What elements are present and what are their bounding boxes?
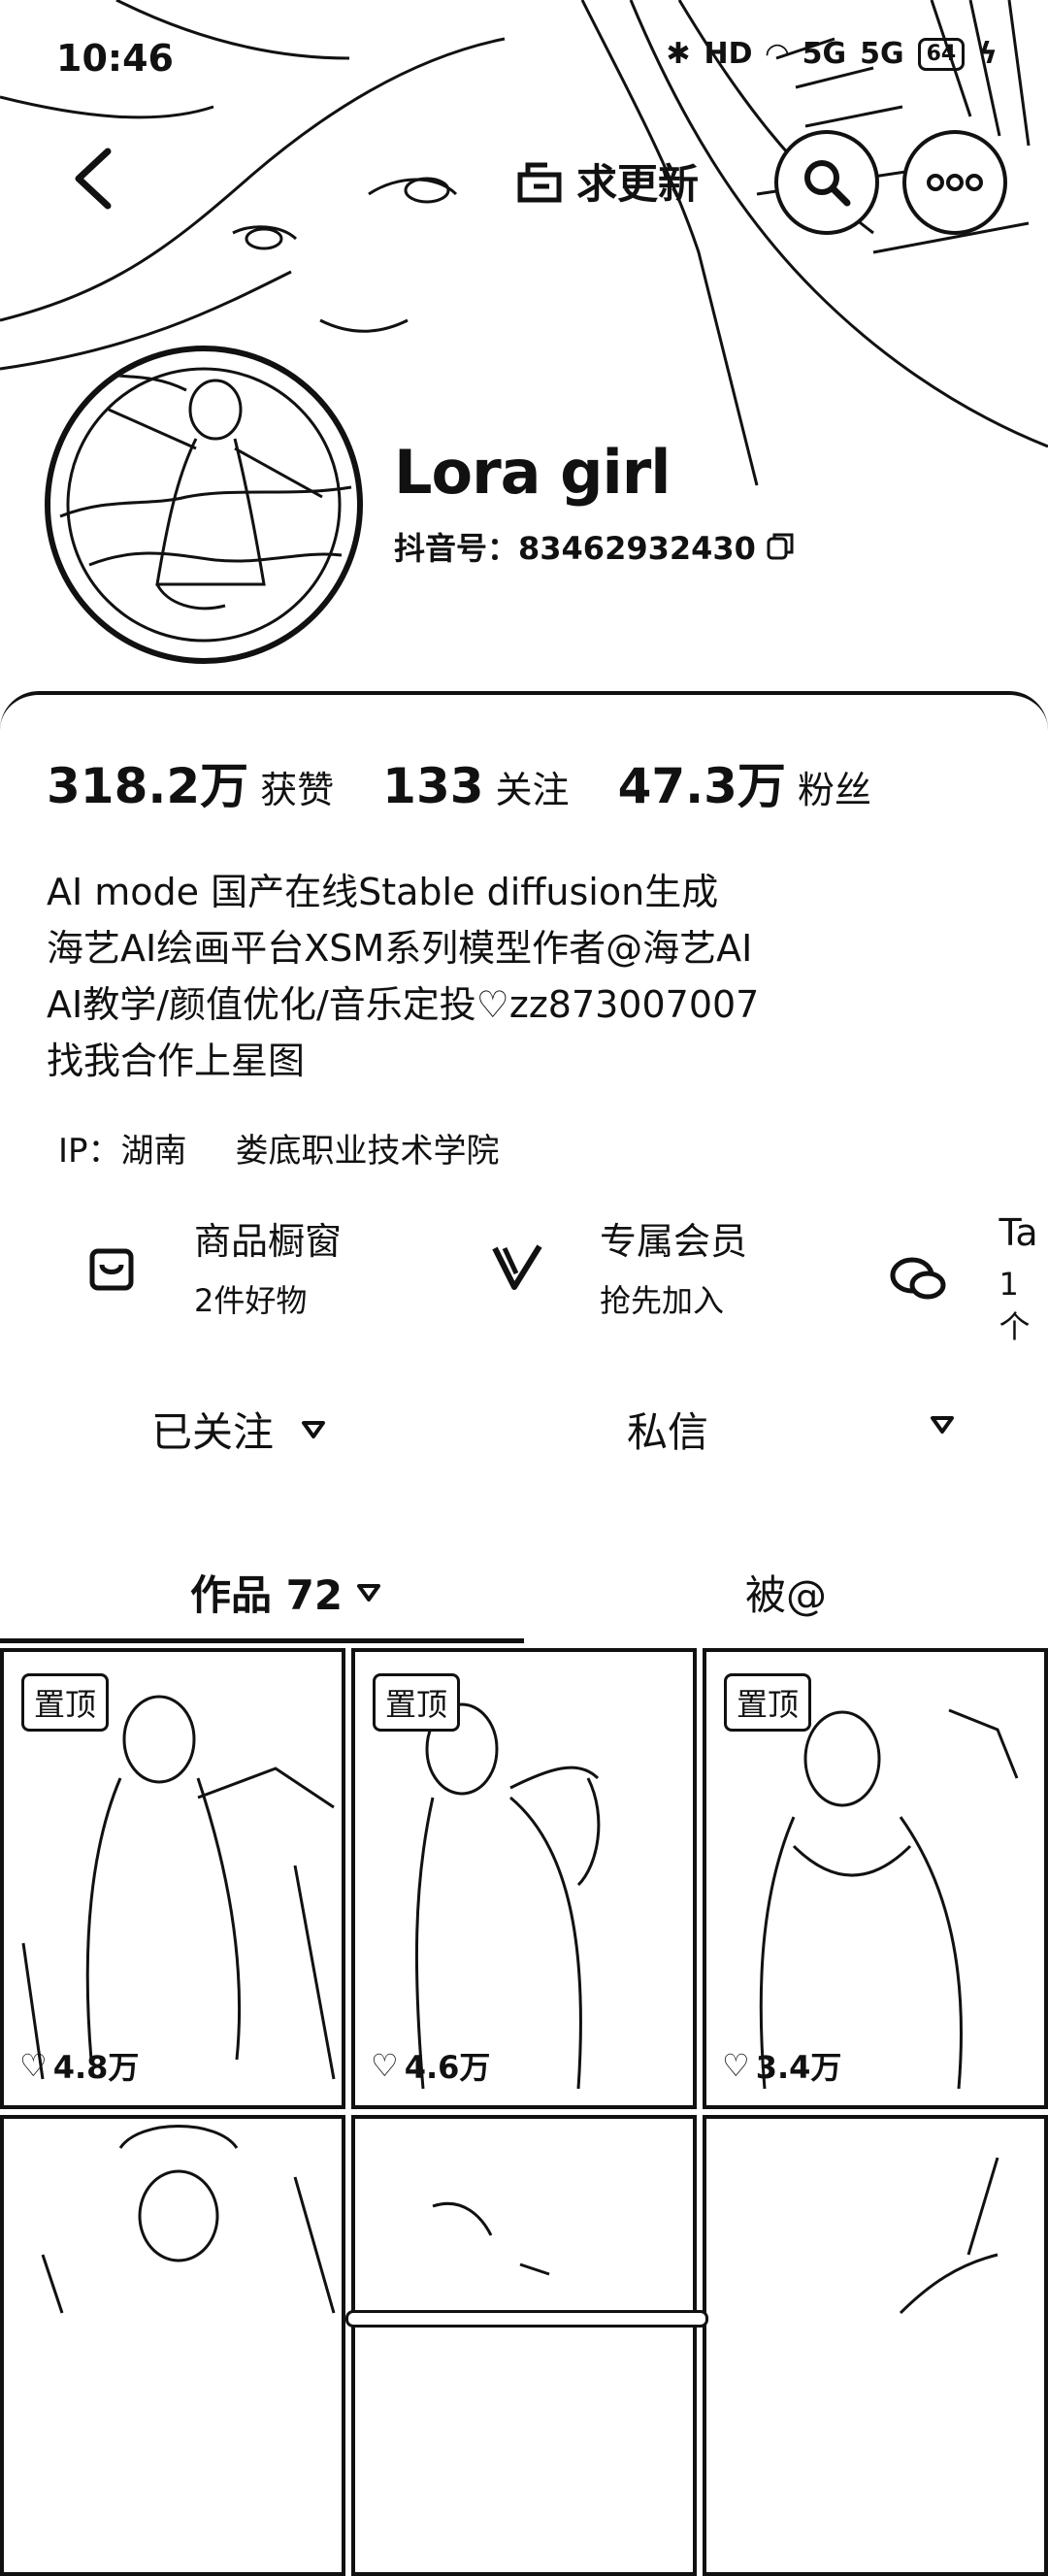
signal-icon: 5G	[802, 37, 847, 71]
copy-icon[interactable]	[766, 532, 795, 561]
tab-mentions[interactable]: 被@	[745, 1563, 827, 1622]
school-tag[interactable]: 娄底职业技术学院	[236, 1124, 500, 1172]
group-chat-entry[interactable]: Ta 1个	[885, 1211, 1048, 1347]
following-count[interactable]: 133	[382, 758, 483, 814]
stats-row: 318.2万 获赞 133 关注 47.3万 粉丝	[47, 747, 920, 817]
pinned-badge: 置顶	[724, 1673, 811, 1732]
back-button[interactable]	[58, 144, 128, 214]
post-likes: ♡4.6万	[371, 2043, 490, 2088]
pinned-badge: 置顶	[373, 1673, 460, 1732]
heart-icon: ♡	[371, 2047, 399, 2084]
triangle-down-icon	[356, 1583, 381, 1602]
signal-icon-2: 5G	[860, 37, 904, 71]
heart-icon: ♡	[19, 2047, 48, 2084]
followed-button[interactable]: 已关注	[151, 1400, 326, 1459]
tab-works[interactable]: 作品 72	[190, 1563, 381, 1622]
likes-count: 318.2万	[47, 747, 248, 817]
triangle-down-icon	[930, 1415, 955, 1435]
post-tile[interactable]: 置顶 ♡4.8万	[0, 1648, 345, 2109]
more-button[interactable]	[902, 130, 1007, 235]
vip-icon	[483, 1233, 551, 1301]
pinned-badge: 置顶	[21, 1673, 109, 1732]
post-thumbnail	[4, 2119, 345, 2352]
post-thumbnail	[706, 2119, 1048, 2352]
group-chat-title: Ta	[999, 1211, 1048, 1254]
avatar-image	[50, 351, 357, 658]
chevron-left-icon	[71, 148, 115, 210]
active-tab-indicator	[0, 1638, 524, 1643]
vip-sub: 抢先加入	[600, 1276, 747, 1321]
heart-icon: ♡	[722, 2047, 750, 2084]
following-label[interactable]: 关注	[496, 760, 570, 813]
bio-line: 海艺AI绘画平台XSM系列模型作者@海艺AI	[47, 920, 759, 976]
bio-line: AI教学/颜值优化/音乐定投♡zz873007007	[47, 976, 759, 1033]
profile-uid: 抖音号：83462932430	[394, 524, 795, 569]
more-dots-icon	[926, 173, 984, 192]
hd-icon: HD	[704, 37, 752, 71]
ip-row: IP：湖南 娄底职业技术学院	[58, 1124, 500, 1172]
charging-icon: ϟ	[978, 37, 998, 71]
bluetooth-icon: ✱	[666, 37, 690, 71]
wifi-icon: ◠	[767, 37, 789, 71]
request-update-label: 求更新	[576, 151, 699, 211]
post-tile[interactable]	[351, 2115, 697, 2576]
bio: AI mode 国产在线Stable diffusion生成 海艺AI绘画平台X…	[47, 864, 759, 1089]
post-tile[interactable]	[0, 2115, 345, 2576]
shop-window-title: 商品橱窗	[194, 1211, 342, 1265]
shop-window-sub: 2件好物	[194, 1276, 342, 1321]
followers-label[interactable]: 粉丝	[798, 760, 871, 813]
group-chat-sub: 1个	[999, 1266, 1048, 1347]
chat-icon	[885, 1245, 951, 1313]
home-indicator[interactable]	[345, 2310, 708, 2328]
avatar[interactable]	[45, 346, 363, 664]
status-icons: ✱ HD ◠ 5G 5G 64 ϟ	[666, 37, 998, 71]
tab-works-label: 作品 72	[190, 1563, 343, 1622]
message-button[interactable]: 私信	[627, 1400, 708, 1459]
posts-grid: 置顶 ♡4.8万 置顶 ♡4.6万 置顶 ♡3.4万	[0, 1648, 1048, 2341]
status-time: 10:46	[56, 37, 174, 80]
vip-title: 专属会员	[600, 1211, 747, 1265]
search-icon	[801, 156, 853, 209]
more-actions-toggle[interactable]	[930, 1415, 955, 1438]
bio-line: AI mode 国产在线Stable diffusion生成	[47, 864, 759, 920]
shop-window-entry[interactable]: 商品橱窗 2件好物	[78, 1211, 342, 1321]
post-likes: ♡4.8万	[19, 2043, 139, 2088]
bag-icon	[78, 1233, 146, 1301]
post-tile[interactable]: 置顶 ♡3.4万	[703, 1648, 1048, 2109]
vip-entry[interactable]: 专属会员 抢先加入	[483, 1211, 747, 1321]
uid-text: 抖音号：83462932430	[394, 524, 756, 569]
profile-name: Lora girl	[394, 437, 671, 508]
post-likes: ♡3.4万	[722, 2043, 841, 2088]
update-icon	[514, 155, 565, 206]
bio-line: 找我合作上星图	[47, 1033, 759, 1089]
ip-region: IP：湖南	[58, 1124, 187, 1172]
followers-count[interactable]: 47.3万	[618, 747, 786, 817]
post-tile[interactable]: 置顶 ♡4.6万	[351, 1648, 697, 2109]
request-update-button[interactable]: 求更新	[514, 146, 699, 215]
followed-label: 已关注	[151, 1400, 274, 1459]
search-button[interactable]	[774, 130, 879, 235]
triangle-down-icon	[301, 1420, 326, 1439]
likes-label: 获赞	[260, 760, 334, 813]
post-tile[interactable]	[703, 2115, 1048, 2576]
battery-icon: 64	[918, 38, 966, 71]
